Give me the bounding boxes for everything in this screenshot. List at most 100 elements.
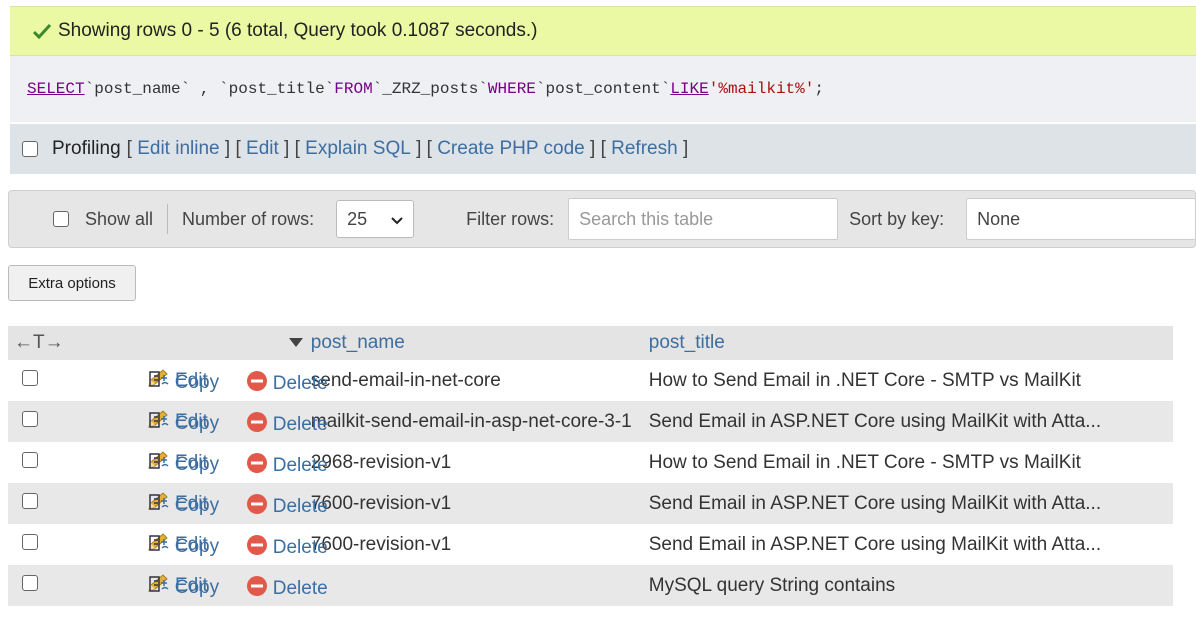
copy-icon [148, 493, 170, 519]
copy-label: Copy [174, 577, 220, 598]
post-title-cell: How to Send Email in .NET Core - SMTP vs… [648, 360, 1173, 401]
results-table: ←T→ post_name post_title Edit Copy Delet… [8, 326, 1173, 606]
sql-semicolon: ; [814, 80, 824, 98]
copy-label: Copy [174, 536, 220, 557]
delete-action[interactable]: Delete [246, 575, 328, 603]
bracket: [ [294, 138, 300, 159]
delete-icon [246, 493, 268, 521]
bracket: [ [600, 138, 606, 159]
post-title-value: MySQL query String contains [648, 574, 896, 596]
bracket: ] [416, 138, 422, 159]
edit-link[interactable]: Edit [246, 138, 279, 160]
copy-action[interactable]: Copy [148, 411, 219, 437]
bracket: [ [426, 138, 432, 159]
delete-icon [246, 370, 268, 398]
refresh-link[interactable]: Refresh [611, 138, 678, 160]
number-of-rows-select[interactable]: 25 [336, 200, 415, 238]
sort-by-key-label: Sort by key: [849, 208, 945, 229]
sql-keyword-select[interactable]: SELECT [27, 80, 85, 98]
arrows-label: ←T→ [14, 332, 64, 353]
bracket: ] [284, 138, 290, 159]
row-checkbox[interactable] [22, 369, 38, 386]
divider [167, 204, 169, 234]
column-resize-arrows[interactable]: ←T→ [8, 326, 94, 360]
header-spacer [94, 326, 208, 360]
delete-action[interactable]: Delete [246, 452, 328, 480]
sort-options-cell[interactable] [207, 326, 311, 360]
table-row: Edit Copy Delete 7600-revision-v1 Send E… [8, 483, 1173, 524]
delete-action[interactable]: Delete [246, 411, 328, 439]
post-title-value: Send Email in ASP.NET Core using MailKit… [648, 492, 1102, 514]
row-checkbox[interactable] [22, 410, 38, 427]
post-title-value: How to Send Email in .NET Core - SMTP vs… [648, 451, 1081, 473]
post-title-value: Send Email in ASP.NET Core using MailKit… [648, 410, 1102, 432]
delete-icon [246, 534, 268, 562]
delete-action[interactable]: Delete [246, 370, 328, 398]
edit-inline-link[interactable]: Edit inline [137, 138, 219, 160]
copy-label: Copy [174, 413, 220, 434]
delete-icon [246, 575, 268, 603]
sort-triangle-icon [288, 332, 303, 353]
sql-keyword-where: WHERE [487, 80, 536, 98]
explain-sql-link[interactable]: Explain SQL [305, 138, 411, 160]
profiling-label: Profiling [52, 138, 121, 159]
copy-icon [148, 452, 170, 478]
column-header-post-name[interactable]: post_name [310, 326, 649, 360]
post-name-cell: send-email-in-net-core [310, 360, 649, 401]
filter-rows-input[interactable]: Search this table [568, 198, 839, 240]
row-checkbox[interactable] [22, 533, 38, 550]
profiling-checkbox[interactable] [22, 141, 38, 157]
create-php-code-link[interactable]: Create PHP code [437, 138, 585, 160]
bracket: ] [682, 138, 689, 159]
chevron-down-icon [391, 209, 403, 230]
delete-action[interactable]: Delete [246, 534, 328, 562]
copy-icon [148, 534, 170, 560]
delete-label: Delete [272, 414, 328, 435]
copy-action[interactable]: Copy [148, 370, 219, 396]
copy-action[interactable]: Copy [148, 452, 219, 478]
post-title-cell: How to Send Email in .NET Core - SMTP vs… [648, 442, 1173, 483]
delete-label: Delete [272, 455, 328, 476]
post-name-value: 2968-revision-v1 [310, 451, 452, 473]
copy-label: Copy [174, 454, 220, 475]
sql-keyword-like[interactable]: LIKE [670, 80, 708, 98]
copy-action[interactable]: Copy [148, 493, 219, 519]
bracket: ] [224, 138, 231, 159]
filter-rows-placeholder: Search this table [579, 208, 714, 229]
post-title-cell: Send Email in ASP.NET Core using MailKit… [648, 524, 1173, 565]
delete-icon [246, 452, 268, 480]
delete-action[interactable]: Delete [246, 493, 328, 521]
column-header-label: post_name [310, 332, 405, 353]
post-name-value: send-email-in-net-core [310, 369, 501, 391]
copy-action[interactable]: Copy [148, 575, 219, 601]
show-all-label: Show all [85, 208, 154, 229]
post-title-value: Send Email in ASP.NET Core using MailKit… [648, 533, 1102, 555]
copy-delete-cell: Copy Delete [149, 401, 328, 442]
table-row: Edit Copy Delete MySQL query String cont… [8, 565, 1173, 606]
post-name-cell: 2968-revision-v1 [310, 442, 649, 483]
post-name-value: mailkit-send-email-in-asp-net-core-3-1 [310, 410, 632, 432]
show-all-checkbox[interactable] [53, 211, 69, 227]
copy-icon [148, 370, 170, 396]
success-text: Showing rows 0 - 5 (6 total, Query took … [58, 20, 538, 41]
row-checkbox-cell [8, 401, 94, 442]
sql-keyword-from: FROM [334, 80, 373, 98]
copy-delete-cell: Copy Delete [149, 483, 328, 524]
row-checkbox-cell [8, 483, 94, 524]
row-checkbox[interactable] [22, 451, 38, 468]
delete-label: Delete [272, 373, 328, 394]
table-row: Edit Copy Delete send-email-in-net-core … [8, 360, 1173, 401]
sql-column: `post_content` [535, 80, 671, 98]
bracket: ] [590, 138, 596, 159]
sql-table: `_ZRZ_posts` [372, 80, 488, 98]
sort-by-key-select[interactable]: None [966, 198, 1195, 240]
table-row: Edit Copy Delete mailkit-send-email-in-a… [8, 401, 1173, 442]
row-checkbox-cell [8, 565, 94, 606]
copy-action[interactable]: Copy [148, 534, 219, 560]
extra-options-button[interactable]: Extra options [8, 265, 136, 301]
copy-icon [148, 411, 170, 437]
row-checkbox[interactable] [22, 492, 38, 509]
column-header-post-title[interactable]: post_title [648, 326, 1173, 360]
row-checkbox[interactable] [22, 574, 38, 591]
table-row: Edit Copy Delete 2968-revision-v1 How to… [8, 442, 1173, 483]
